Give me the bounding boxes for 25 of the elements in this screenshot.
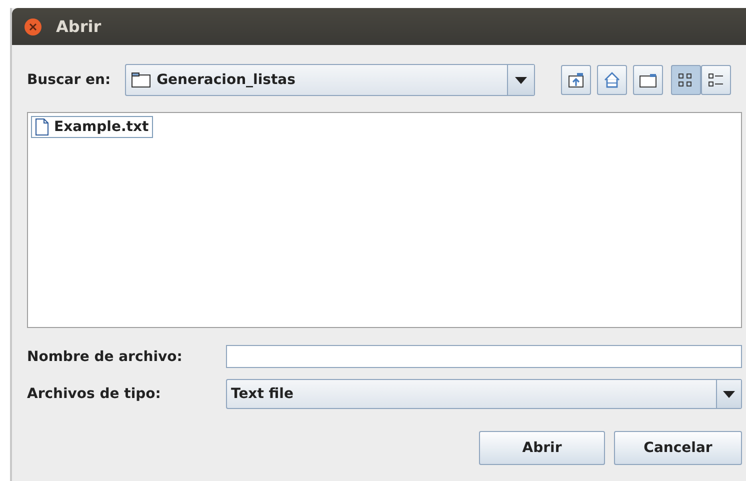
cancel-button[interactable]: Cancelar [614, 431, 742, 465]
file-name-label: Nombre de archivo: [27, 348, 184, 364]
caret-icon [514, 76, 527, 84]
folder-up-icon [566, 71, 585, 89]
open-button[interactable]: Abrir [479, 431, 605, 465]
details-view-button[interactable] [700, 65, 731, 95]
window-title: Abrir [56, 17, 102, 36]
caret-icon [723, 390, 735, 398]
home-icon [602, 71, 621, 89]
file-name: Example.txt [54, 119, 149, 135]
close-icon[interactable] [24, 18, 42, 36]
new-folder-button[interactable] [632, 65, 663, 95]
file-icon [35, 118, 49, 136]
folder-icon [130, 72, 151, 88]
file-type-dropdown[interactable]: Text file [226, 379, 742, 409]
look-in-label: Buscar en: [27, 72, 111, 88]
file-item[interactable]: Example.txt [31, 116, 153, 138]
folder-dropdown[interactable]: Generacion_listas [124, 64, 535, 96]
folder-icon [638, 71, 657, 89]
up-button[interactable] [560, 65, 591, 95]
file-type-label: Archivos de tipo: [27, 386, 162, 402]
list-view-button[interactable] [670, 65, 701, 95]
list-view-icon [706, 71, 725, 89]
file-name-field[interactable] [226, 345, 742, 368]
home-button[interactable] [596, 65, 627, 95]
